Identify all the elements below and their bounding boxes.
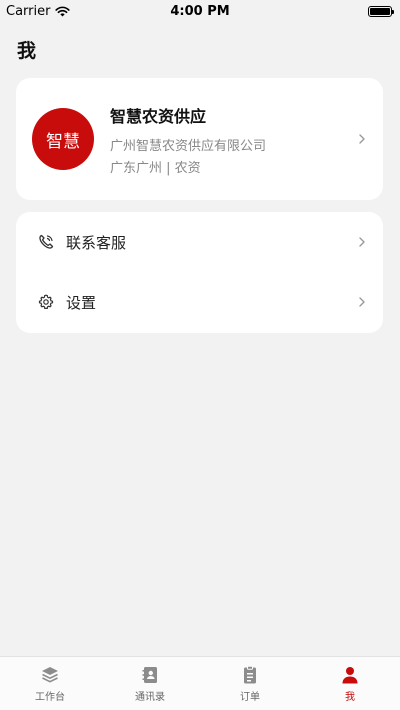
chevron-right-icon: [359, 297, 365, 307]
chevron-right-icon: [359, 134, 365, 144]
avatar-text: 智慧: [46, 131, 80, 152]
menu-item-label: 设置: [66, 293, 97, 312]
phone-icon: [39, 234, 54, 249]
menu-item-label: 联系客服: [66, 233, 127, 252]
profile-region: 广东广州 | 农资: [110, 160, 201, 176]
gear-icon: [38, 294, 54, 309]
page-title: 我: [17, 40, 37, 62]
clipboard-icon: [244, 665, 256, 684]
status-bar: Carrier 4:00 PM: [0, 0, 400, 22]
tab-label: 订单: [240, 692, 260, 703]
chevron-right-icon: [359, 237, 365, 247]
carrier-label: Carrier: [6, 3, 51, 19]
tab-contacts[interactable]: 通讯录: [100, 657, 200, 710]
menu-card: 联系客服 设置: [16, 212, 383, 333]
tab-label: 通讯录: [135, 692, 165, 703]
tab-workbench[interactable]: 工作台: [0, 657, 100, 710]
avatar: 智慧: [32, 108, 94, 170]
profile-card[interactable]: 智慧 智慧农资供应 广州智慧农资供应有限公司 广东广州 | 农资: [16, 78, 383, 200]
tab-bar: 工作台 通讯录 订单 我: [0, 656, 400, 710]
menu-item-settings[interactable]: 设置: [16, 272, 383, 332]
profile-name: 智慧农资供应: [110, 106, 207, 126]
battery-icon: [368, 5, 394, 17]
layers-icon: [42, 667, 58, 683]
tab-orders[interactable]: 订单: [200, 657, 300, 710]
wifi-icon: [55, 6, 71, 16]
tab-label: 工作台: [35, 692, 65, 703]
menu-item-contact-service[interactable]: 联系客服: [16, 212, 383, 272]
profile-company: 广州智慧农资供应有限公司: [110, 138, 267, 154]
screen: Carrier 4:00 PM 我 智慧 智慧农资供应 广州智慧农资供应有限公司…: [0, 0, 400, 710]
tab-me[interactable]: 我: [300, 657, 400, 710]
tab-label: 我: [345, 692, 355, 703]
contacts-icon: [142, 667, 157, 683]
profile-info: 智慧农资供应 广州智慧农资供应有限公司 广东广州 | 农资: [110, 103, 357, 176]
user-icon: [342, 667, 358, 684]
